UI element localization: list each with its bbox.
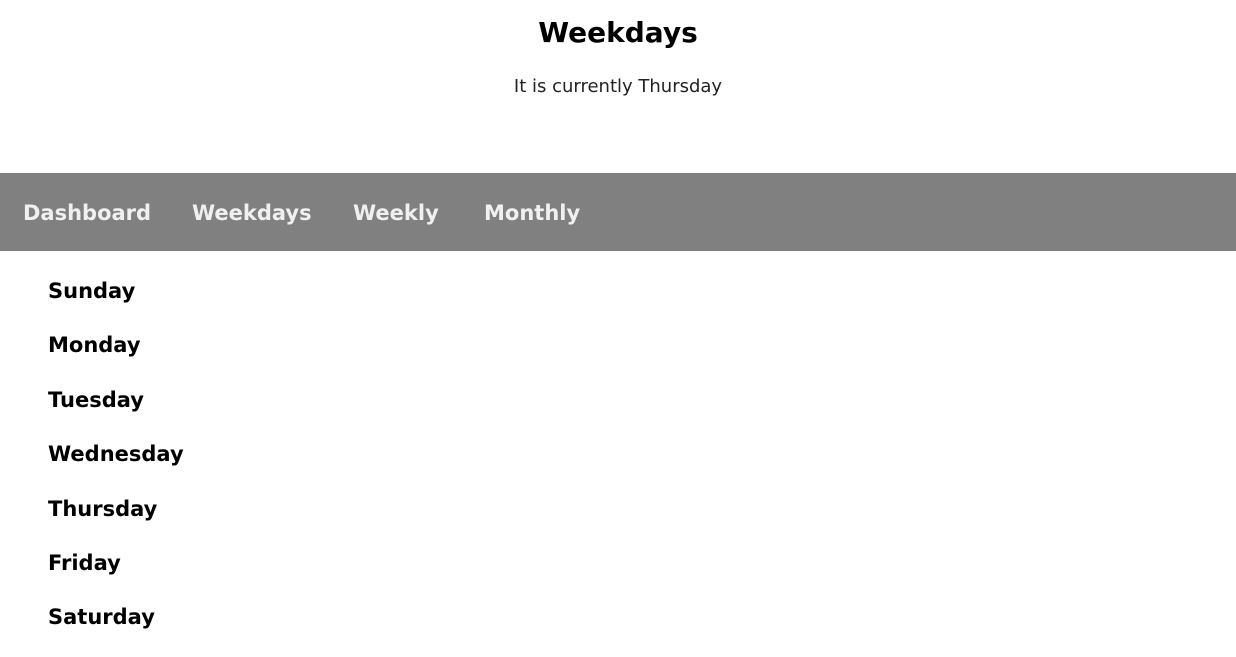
main-navbar: Dashboard Weekdays Weekly Monthly: [0, 173, 1236, 251]
nav-item-weekdays[interactable]: Weekdays: [192, 173, 312, 251]
nav-item-weekly[interactable]: Weekly: [353, 173, 439, 251]
page-title: Weekdays: [538, 16, 698, 49]
page-header: Weekdays It is currently Thursday: [0, 0, 1236, 173]
nav-item-dashboard[interactable]: Dashboard: [23, 173, 151, 251]
weekday-item-saturday: Saturday: [48, 605, 155, 630]
current-day-status: It is currently Thursday: [513, 76, 723, 97]
weekday-item-friday: Friday: [48, 550, 121, 575]
weekday-item-monday: Monday: [48, 333, 141, 358]
weekday-item-wednesday: Wednesday: [48, 442, 184, 467]
weekday-item-sunday: Sunday: [48, 279, 136, 303]
weekday-item-tuesday: Tuesday: [48, 387, 144, 412]
nav-item-monthly[interactable]: Monthly: [484, 173, 580, 251]
weekday-item-thursday: Thursday: [48, 496, 158, 521]
weekday-list: Sunday Monday Tuesday Wednesday Thursday…: [48, 276, 184, 657]
